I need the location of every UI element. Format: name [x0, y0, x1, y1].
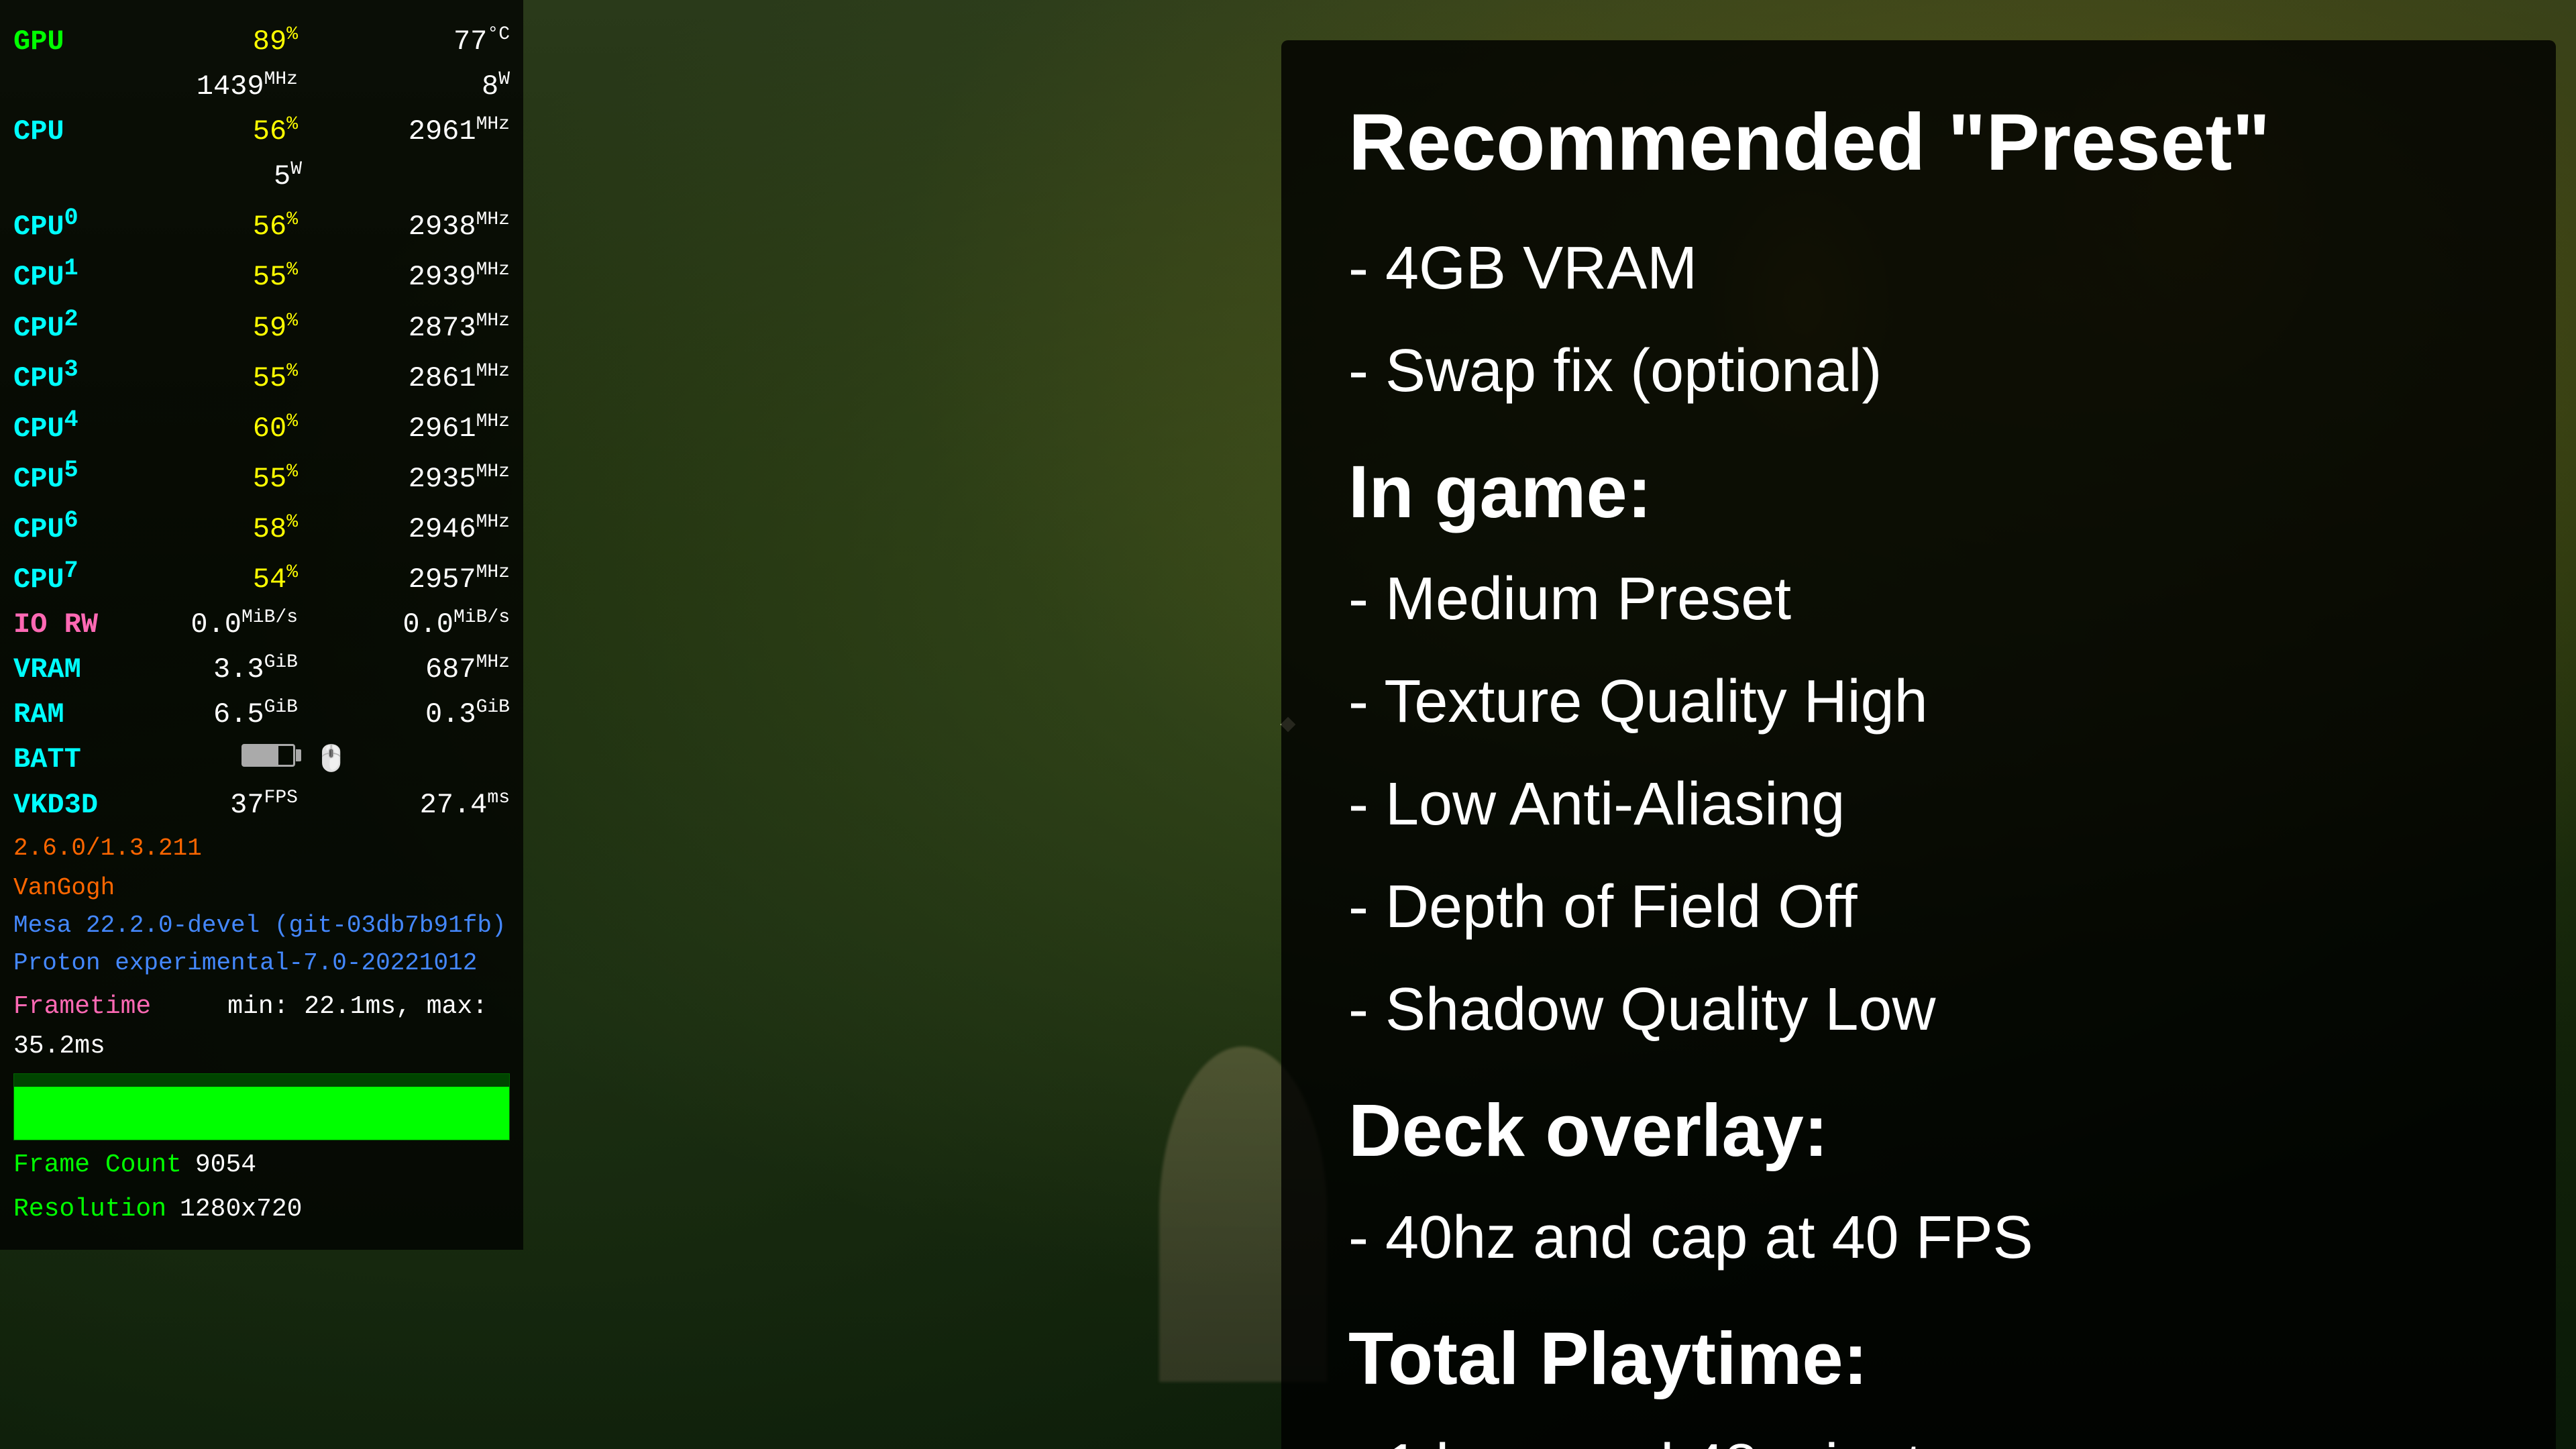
playtime-item-0: - 1 hour and 48 minutes — [1348, 1415, 2489, 1449]
vkd3d-row: VKD3D 37FPS 27.4ms — [13, 784, 510, 827]
resolution-row: Resolution 1280x720 — [13, 1190, 510, 1230]
preset-item-1: - Swap fix (optional) — [1348, 320, 2489, 423]
cpu2-usage: 59% — [152, 307, 298, 350]
frametime-label: Frametime min: 22.1ms, max: 35.2ms — [13, 987, 510, 1067]
vram-label: VRAM — [13, 648, 146, 692]
vram-used: 3.3GiB — [152, 648, 298, 692]
deck-section-title: Deck overlay: — [1348, 1088, 2489, 1173]
cpu-power-row: 5W — [13, 155, 510, 199]
cpu6-usage: 58% — [152, 508, 298, 551]
ram-row: RAM 6.5GiB 0.3GiB — [13, 693, 510, 737]
version-info: 2.6.0/1.3.211 — [13, 830, 510, 867]
gpu-label: GPU — [13, 20, 146, 64]
preset-item-0: - 4GB VRAM — [1348, 217, 2489, 320]
cpu-freq: 2961MHz — [325, 110, 510, 154]
ingame-item-2: - Low Anti-Aliasing — [1348, 753, 2489, 856]
ram-label: RAM — [13, 693, 146, 737]
cpu0-row: CPU0 56% 2938MHz — [13, 200, 510, 249]
cpu2-label: CPU2 — [13, 301, 146, 350]
cpu-row: CPU 56% 2961MHz — [13, 110, 510, 154]
cpu-label: CPU — [13, 110, 146, 154]
deck-item-0: - 40hz and cap at 40 FPS — [1348, 1187, 2489, 1289]
cpu3-freq: 2861MHz — [325, 357, 510, 400]
vram-row: VRAM 3.3GiB 687MHz — [13, 648, 510, 692]
gpu-temp: 77°C — [325, 20, 510, 64]
cpu7-freq: 2957MHz — [325, 558, 510, 602]
cpu4-usage: 60% — [152, 407, 298, 451]
cpu6-label: CPU6 — [13, 502, 146, 551]
cpu-power: 5W — [154, 155, 302, 199]
cpu4-label: CPU4 — [13, 402, 146, 451]
cpu0-label: CPU0 — [13, 200, 146, 249]
ram-swap: 0.3GiB — [325, 693, 510, 737]
frame-count-value: 9054 — [195, 1146, 256, 1185]
gpu-row: GPU 89% 77°C — [13, 20, 510, 64]
cpu0-usage: 56% — [152, 205, 298, 249]
cpu1-row: CPU1 55% 2939MHz — [13, 250, 510, 299]
cpu2-freq: 2873MHz — [325, 307, 510, 350]
cpu1-freq: 2939MHz — [325, 256, 510, 299]
cpu6-freq: 2946MHz — [325, 508, 510, 551]
cpu7-usage: 54% — [152, 558, 298, 602]
cpu5-freq: 2935MHz — [325, 458, 510, 501]
battery-icon-container — [154, 738, 302, 782]
renderer-info: VanGogh — [13, 869, 510, 907]
cpu-usage: 56% — [152, 110, 298, 154]
cpu3-label: CPU3 — [13, 352, 146, 400]
cpu6-row: CPU6 58% 2946MHz — [13, 502, 510, 551]
batt-row: BATT 🖱️ — [13, 738, 510, 782]
cpu3-row: CPU3 55% 2861MHz — [13, 352, 510, 400]
driver-info: Mesa 22.2.0-devel (git-03db7b91fb) — [13, 907, 510, 945]
io-row: IO RW 0.0MiB/s 0.0MiB/s — [13, 603, 510, 647]
panel-title: Recommended "Preset" — [1348, 94, 2489, 191]
ingame-section-title: In game: — [1348, 449, 2489, 535]
vkd3d-label: VKD3D — [13, 784, 146, 827]
io-read: 0.0MiB/s — [152, 603, 298, 647]
cpu5-label: CPU5 — [13, 452, 146, 501]
ingame-item-3: - Depth of Field Off — [1348, 856, 2489, 959]
hud-overlay: GPU 89% 77°C 1439MHz 8W CPU 56% 2961 — [0, 0, 523, 1250]
vram-freq: 687MHz — [325, 648, 510, 692]
gpu-freq-row: 1439MHz 8W — [13, 65, 510, 109]
frametime-value: 27.4ms — [325, 784, 510, 827]
cpu0-freq: 2938MHz — [325, 205, 510, 249]
ingame-item-1: - Texture Quality High — [1348, 651, 2489, 753]
cpu3-usage: 55% — [152, 357, 298, 400]
ingame-item-0: - Medium Preset — [1348, 548, 2489, 651]
cpu5-usage: 55% — [152, 458, 298, 501]
cpu2-row: CPU2 59% 2873MHz — [13, 301, 510, 350]
gpu-freq: 1439MHz — [152, 65, 298, 109]
cpu7-row: CPU7 54% 2957MHz — [13, 553, 510, 602]
cpu4-freq: 2961MHz — [325, 407, 510, 451]
battery-icon — [241, 744, 295, 767]
batt-label: BATT — [13, 738, 148, 782]
io-write: 0.0MiB/s — [325, 603, 510, 647]
batt-mouse-icon: 🖱️ — [315, 741, 347, 781]
io-label: IO RW — [13, 603, 146, 647]
cpu1-label: CPU1 — [13, 250, 146, 299]
playtime-section-title: Total Playtime: — [1348, 1316, 2489, 1401]
frametime-bar-fill — [14, 1087, 509, 1139]
ingame-item-4: - Shadow Quality Low — [1348, 959, 2489, 1061]
resolution-label: Resolution — [13, 1190, 166, 1230]
resolution-value: 1280x720 — [180, 1190, 302, 1230]
frame-count-label: Frame Count — [13, 1146, 182, 1185]
cpu5-row: CPU5 55% 2935MHz — [13, 452, 510, 501]
proton-info: Proton experimental-7.0-20221012 — [13, 945, 510, 982]
frametime-graph — [13, 1073, 510, 1140]
cpu1-usage: 55% — [152, 256, 298, 299]
frame-count-row: Frame Count 9054 — [13, 1146, 510, 1185]
cpu4-row: CPU4 60% 2961MHz — [13, 402, 510, 451]
right-panel: Recommended "Preset" - 4GB VRAM - Swap f… — [1281, 40, 2556, 1449]
game-screen: GPU 89% 77°C 1439MHz 8W CPU 56% 2961 — [0, 0, 2576, 1449]
cpu7-label: CPU7 — [13, 553, 146, 602]
gpu-usage: 89% — [152, 20, 298, 64]
gpu-power: 8W — [325, 65, 510, 109]
ram-used: 6.5GiB — [152, 693, 298, 737]
fps-value: 37FPS — [152, 784, 298, 827]
